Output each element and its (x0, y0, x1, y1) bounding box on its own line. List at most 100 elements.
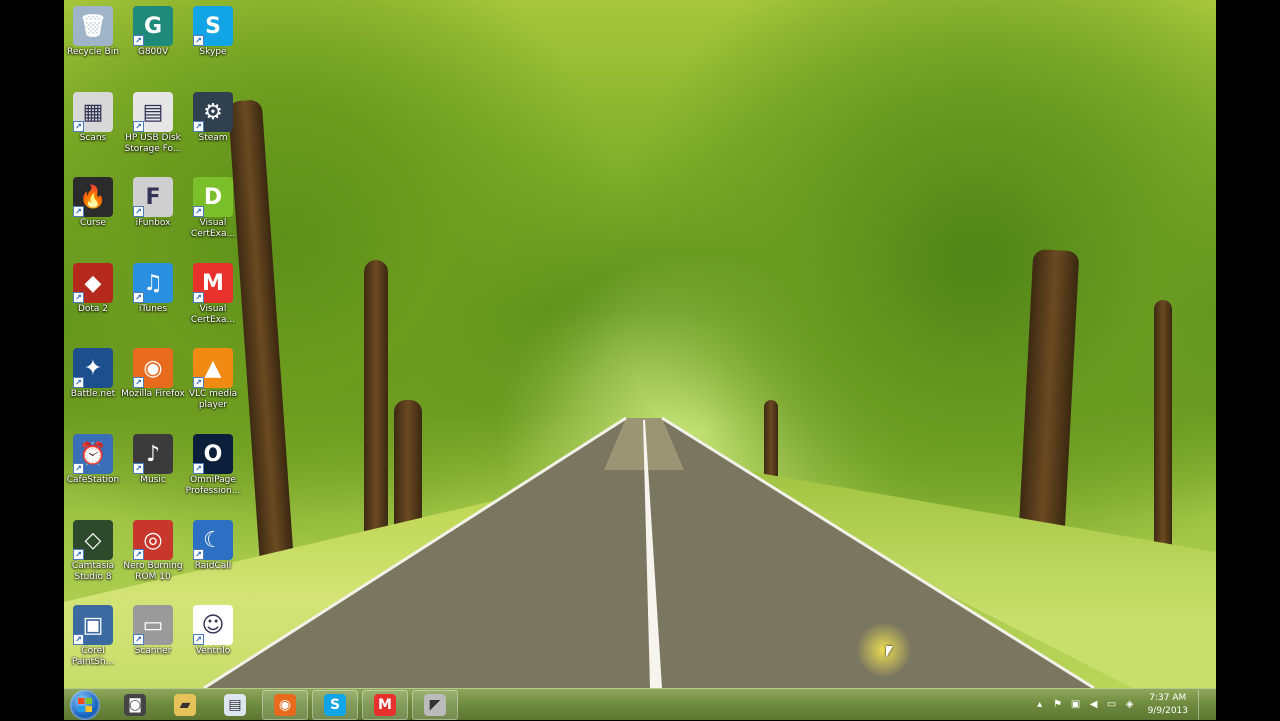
shortcut-arrow-icon: ↗ (73, 121, 84, 132)
show-desktop-button[interactable] (1198, 690, 1208, 720)
security-icon[interactable]: ◈ (1124, 699, 1136, 711)
desktop-icon-music[interactable]: ♪ ↗ Music (120, 434, 186, 486)
desktop-icon-hp-usb[interactable]: ▤ ↗ HP USB Disk Storage Fo... (120, 92, 186, 155)
taskbar-notepad[interactable]: ▤ (212, 690, 258, 720)
desktop-icon-cafestation[interactable]: ⏰ ↗ CafeStation (64, 434, 126, 486)
clock-time: 7:37 AM (1149, 693, 1187, 703)
desktop-icon-g800v[interactable]: G ↗ G800V (120, 6, 186, 58)
document-icon: ▤ (224, 694, 246, 716)
desktop-icon-omnipage[interactable]: O ↗ OmniPage Profession... (180, 434, 246, 497)
desktop-icon-label: OmniPage Profession... (185, 475, 241, 496)
shortcut-arrow-icon: ↗ (73, 634, 84, 645)
desktop[interactable]: 🗑 Recycle Bin G ↗ G800V S ↗ Skype ▦ ↗ Scans ▤ ↗ HP US… (64, 0, 1216, 688)
desktop-icon-vlc[interactable]: ▲ ↗ VLC media player (180, 348, 246, 411)
scans-folder-icon: ▦ ↗ (73, 92, 113, 132)
taskbar-explorer[interactable]: ▰ (162, 690, 208, 720)
start-button[interactable] (70, 690, 100, 720)
taskbar-certexam[interactable]: M (362, 690, 408, 720)
desktop-icon-label: Skype (199, 47, 227, 57)
desktop-icon-nero[interactable]: ◎ ↗ Nero Burning ROM 10 (120, 520, 186, 583)
desktop-icon-label: Corel PaintSh... (71, 646, 115, 667)
recycle-bin-icon: 🗑 (73, 6, 113, 46)
desktop-icon-label: Camtasia Studio 8 (71, 561, 115, 582)
flag-icon[interactable]: ⚑ (1052, 699, 1064, 711)
visual-certexam-manager-icon: M ↗ (193, 263, 233, 303)
shortcut-arrow-icon: ↗ (193, 35, 204, 46)
desktop-icon-label: Nero Burning ROM 10 (123, 561, 183, 582)
shortcut-arrow-icon: ↗ (193, 549, 204, 560)
desktop-icon-curse[interactable]: 🔥 ↗ Curse (64, 177, 126, 229)
shortcut-arrow-icon: ↗ (73, 463, 84, 474)
desktop-icon-label: RaidCall (194, 561, 232, 571)
battery-icon[interactable]: ▭ (1106, 699, 1118, 711)
itunes-icon: ♫ ↗ (133, 263, 173, 303)
shortcut-arrow-icon: ↗ (73, 206, 84, 217)
taskbar: ◙ ▰ ▤ ◉ S M ◤ ▴ ⚑ ▣ ◀ ▭ ◈ 7:37 AM 9/9/2013 (64, 688, 1216, 720)
steam-icon: ⚙ ↗ (193, 92, 233, 132)
shortcut-arrow-icon: ↗ (133, 206, 144, 217)
clock-date: 9/9/2013 (1147, 706, 1188, 716)
windows-start-icon (78, 698, 92, 712)
desktop-icon-scans-folder[interactable]: ▦ ↗ Scans (64, 92, 126, 144)
desktop-icon-dota2[interactable]: ◆ ↗ Dota 2 (64, 263, 126, 315)
shortcut-arrow-icon: ↗ (193, 206, 204, 217)
music-icon: ♪ ↗ (133, 434, 173, 474)
folder-icon: ▰ (174, 694, 196, 716)
desktop-icon-label: Curse (80, 218, 106, 228)
desktop-icon-label: HP USB Disk Storage Fo... (124, 133, 182, 154)
raidcall-icon: ☾ ↗ (193, 520, 233, 560)
desktop-icon-label: Battle.net (70, 389, 116, 399)
desktop-icon-label: Dota 2 (77, 304, 109, 314)
desktop-icon-label: CafeStation (66, 475, 120, 485)
taskbar-skype[interactable]: S (312, 690, 358, 720)
desktop-icon-label: Music (140, 475, 166, 485)
camtasia-icon: ◇ ↗ (73, 520, 113, 560)
firefox-icon: ◉ ↗ (133, 348, 173, 388)
taskbar-app-1[interactable]: ◙ (112, 690, 158, 720)
desktop-icon-label: Steam (198, 133, 228, 143)
desktop-icon-steam[interactable]: ⚙ ↗ Steam (180, 92, 246, 144)
desktop-icon-label: Scanner (134, 646, 172, 656)
desktop-icon-ventrilo[interactable]: ☺ ↗ Ventrilo (180, 605, 246, 657)
shortcut-arrow-icon: ↗ (133, 463, 144, 474)
desktop-icon-raidcall[interactable]: ☾ ↗ RaidCall (180, 520, 246, 572)
shortcut-arrow-icon: ↗ (193, 377, 204, 388)
clock[interactable]: 7:37 AM 9/9/2013 (1148, 692, 1188, 718)
taskbar-app-7[interactable]: ◤ (412, 690, 458, 720)
desktop-icon-label: Mozilla Firefox (121, 389, 185, 399)
letterbox-left (0, 0, 64, 720)
shortcut-arrow-icon: ↗ (133, 292, 144, 303)
desktop-icon-recycle-bin[interactable]: 🗑 Recycle Bin (64, 6, 126, 58)
nero-icon: ◎ ↗ (133, 520, 173, 560)
ventrilo-icon: ☺ ↗ (193, 605, 233, 645)
desktop-icon-firefox[interactable]: ◉ ↗ Mozilla Firefox (120, 348, 186, 400)
skype-icon: S ↗ (193, 6, 233, 46)
desktop-icon-corel-paintshop[interactable]: ▣ ↗ Corel PaintSh... (64, 605, 126, 668)
ifunbox-icon: F ↗ (133, 177, 173, 217)
omnipage-icon: O ↗ (193, 434, 233, 474)
shortcut-arrow-icon: ↗ (133, 35, 144, 46)
desktop-icon-visual-certexam-designer[interactable]: D ↗ Visual CertExa... (180, 177, 246, 240)
desktop-icon-skype[interactable]: S ↗ Skype (180, 6, 246, 58)
shortcut-arrow-icon: ↗ (193, 121, 204, 132)
desktop-icon-label: Recycle Bin (67, 47, 119, 57)
desktop-icon-label: Visual CertExa... (190, 218, 236, 239)
desktop-icon-battlenet[interactable]: ✦ ↗ Battle.net (64, 348, 126, 400)
corel-paintshop-icon: ▣ ↗ (73, 605, 113, 645)
desktop-icon-visual-certexam-manager[interactable]: M ↗ Visual CertExa... (180, 263, 246, 326)
volume-icon[interactable]: ◀ (1088, 699, 1100, 711)
desktop-icon-label: G800V (137, 47, 169, 57)
desktop-icon-label: Ventrilo (195, 646, 231, 656)
network-icon[interactable]: ▣ (1070, 699, 1082, 711)
desktop-icon-ifunbox[interactable]: F ↗ iFunbox (120, 177, 186, 229)
shortcut-arrow-icon: ↗ (73, 549, 84, 560)
desktop-icon-camtasia[interactable]: ◇ ↗ Camtasia Studio 8 (64, 520, 126, 583)
taskbar-firefox[interactable]: ◉ (262, 690, 308, 720)
visual-certexam-manager-icon: M (374, 694, 396, 716)
mouse-cursor-icon (886, 646, 893, 658)
desktop-icon-scanner[interactable]: ▭ ↗ Scanner (120, 605, 186, 657)
shortcut-arrow-icon: ↗ (193, 463, 204, 474)
shortcut-arrow-icon: ↗ (73, 377, 84, 388)
show-hidden-icon[interactable]: ▴ (1034, 699, 1046, 711)
desktop-icon-itunes[interactable]: ♫ ↗ iTunes (120, 263, 186, 315)
